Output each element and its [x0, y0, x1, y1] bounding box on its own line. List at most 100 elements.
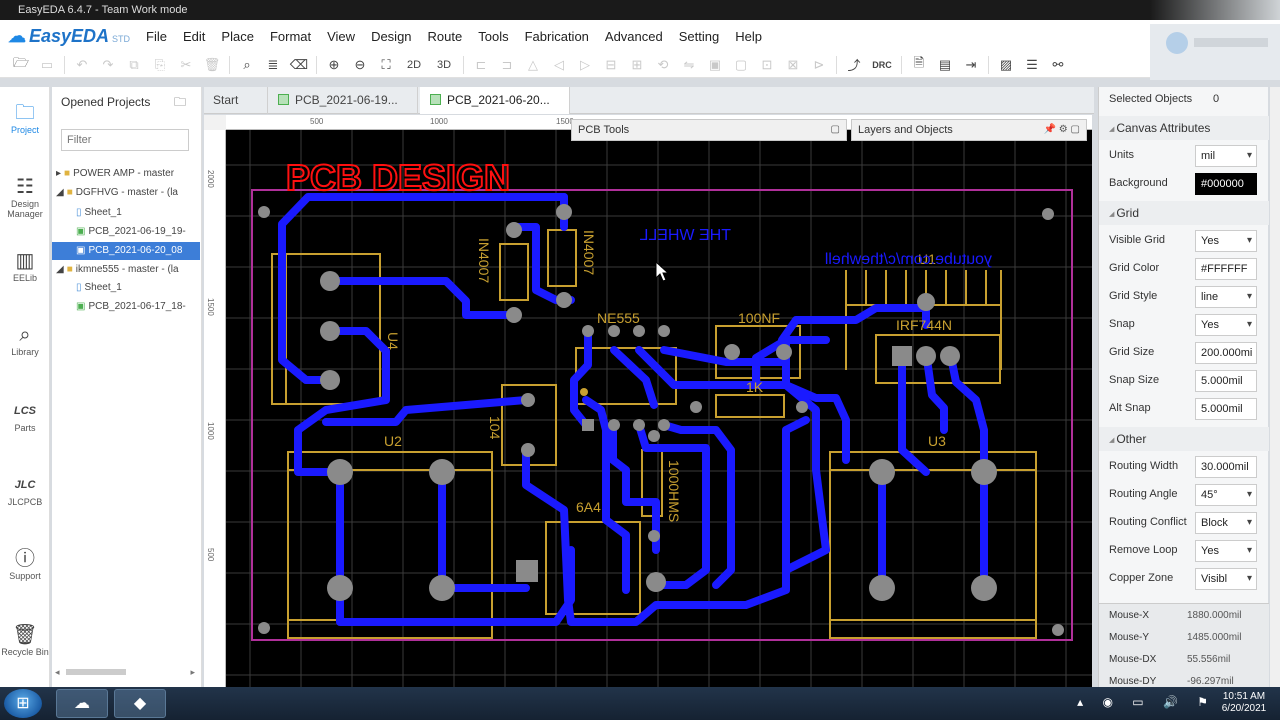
erase-icon[interactable]: ⌫ [286, 54, 312, 76]
align-top-icon[interactable]: △ [520, 54, 546, 76]
layers-icon[interactable]: ☰ [1019, 54, 1045, 76]
pcb-canvas[interactable]: PCB DESIGN NE555 100NF 1K IRF744N U1 U2 … [226, 130, 1092, 687]
distribute-v-icon[interactable]: ⊞ [624, 54, 650, 76]
nav-eelib[interactable]: ▥ EELib [0, 249, 50, 283]
tab-pcb-0619[interactable]: PCB_2021-06-19... [268, 87, 418, 114]
menu-view[interactable]: View [319, 29, 363, 44]
nav-parts[interactable]: LCS Parts [0, 399, 50, 433]
panel-controls-icon[interactable]: 📌 ⚙ ▢ [1044, 120, 1080, 140]
align-bottom-icon[interactable]: ▷ [572, 54, 598, 76]
menu-tools[interactable]: Tools [470, 29, 516, 44]
alt-snap-input[interactable]: 5.000mil [1195, 398, 1257, 420]
nav-project[interactable]: 🗀 Project [0, 101, 50, 135]
rotate-icon[interactable]: ⟲ [650, 54, 676, 76]
delete-icon[interactable]: 🗑 [199, 54, 225, 76]
lock-icon[interactable]: ⊡ [754, 54, 780, 76]
maximize-icon[interactable]: ▢ [831, 120, 840, 140]
menu-format[interactable]: Format [262, 29, 319, 44]
menu-advanced[interactable]: Advanced [597, 29, 671, 44]
view-3d-button[interactable]: 3D [429, 54, 459, 76]
grid-color-input[interactable]: #FFFFFF [1195, 258, 1257, 280]
nav-library[interactable]: ⌕ Library [0, 323, 50, 357]
share-icon[interactable]: ⚯ [1045, 54, 1071, 76]
section-canvas-attributes[interactable]: Canvas Attributes [1099, 116, 1269, 140]
nav-recycle-bin[interactable]: 🗑 Recycle Bin [0, 623, 50, 657]
nav-support[interactable]: ⓘ Support [0, 547, 50, 581]
taskbar-easyeda-icon[interactable]: ☁ [56, 689, 108, 718]
zoom-out-icon[interactable]: ⊖ [347, 54, 373, 76]
menu-edit[interactable]: Edit [175, 29, 213, 44]
units-select[interactable]: mil [1195, 145, 1257, 167]
taskbar-app-icon[interactable]: ◆ [114, 689, 166, 718]
tab-start[interactable]: Start [204, 87, 268, 114]
tree-item[interactable]: ▯ Sheet_1 [52, 204, 200, 222]
visible-grid-select[interactable]: Yes [1195, 230, 1257, 252]
copper-zone-select[interactable]: Visibl [1195, 568, 1257, 590]
zoom-in-icon[interactable]: ⊕ [321, 54, 347, 76]
unlock-icon[interactable]: ⊠ [780, 54, 806, 76]
align-left-icon[interactable]: ⊏ [468, 54, 494, 76]
routing-conflict-select[interactable]: Block [1195, 512, 1257, 534]
image-icon[interactable]: ▨ [993, 54, 1019, 76]
background-color-input[interactable]: #000000 [1195, 173, 1257, 195]
menu-route[interactable]: Route [420, 29, 471, 44]
project-filter-input[interactable] [61, 129, 189, 151]
drc-button[interactable]: DRC [867, 54, 897, 76]
grid-style-select[interactable]: line [1195, 286, 1257, 308]
undo-icon[interactable]: ↶ [69, 54, 95, 76]
section-grid[interactable]: Grid [1099, 201, 1269, 225]
menu-file[interactable]: File [138, 29, 175, 44]
align-center-icon[interactable]: ⊐ [494, 54, 520, 76]
horizontal-scrollbar[interactable]: ◂ ▸ [52, 667, 200, 677]
pcb-drawing[interactable]: PCB DESIGN NE555 100NF 1K IRF744N U1 U2 … [226, 130, 1092, 687]
folder-manage-icon[interactable]: 🗀 [174, 93, 186, 114]
scroll-thumb[interactable] [66, 669, 126, 675]
menu-design[interactable]: Design [363, 29, 419, 44]
routing-width-input[interactable]: 30.000mil [1195, 456, 1257, 478]
tree-item[interactable]: ▣ PCB_2021-06-19_19- [52, 223, 200, 241]
menu-place[interactable]: Place [213, 29, 262, 44]
document-icon[interactable]: 🗎 [906, 54, 932, 76]
scroll-left-icon[interactable]: ◂ [55, 667, 60, 678]
group-icon[interactable]: ▣ [702, 54, 728, 76]
ungroup-icon[interactable]: ▢ [728, 54, 754, 76]
tree-item[interactable]: ▸ ■ POWER AMP - master [52, 165, 200, 183]
snap-select[interactable]: Yes [1195, 314, 1257, 336]
section-other[interactable]: Other [1099, 427, 1269, 451]
paste-icon[interactable]: ⎘ [147, 54, 173, 76]
copy-icon[interactable]: ⧉ [121, 54, 147, 76]
nav-jlcpcb[interactable]: JLC JLCPCB [0, 473, 50, 507]
pcb-tools-panel[interactable]: PCB Tools ▢ [571, 119, 847, 141]
distribute-h-icon[interactable]: ⊟ [598, 54, 624, 76]
tree-item[interactable]: ◢ ■ DGFHVG - master - (la [52, 184, 200, 202]
layers-objects-panel[interactable]: Layers and Objects 📌 ⚙ ▢ [851, 119, 1087, 141]
taskbar-clock[interactable]: 10:51 AM 6/20/2021 [1216, 691, 1272, 715]
cut-icon[interactable]: ✂ [173, 54, 199, 76]
redo-icon[interactable]: ↷ [95, 54, 121, 76]
align-right-icon[interactable]: ◁ [546, 54, 572, 76]
scroll-right-icon[interactable]: ▸ [190, 667, 195, 678]
snap-size-input[interactable]: 5.000mil [1195, 370, 1257, 392]
netlist-icon[interactable]: ≣ [260, 54, 286, 76]
nav-design-manager[interactable]: ☷ Design Manager [0, 175, 50, 219]
windows-start-button[interactable]: ⊞ [4, 689, 42, 718]
search-icon[interactable]: ⌕ [234, 54, 260, 76]
route-icon[interactable]: ⤴ [841, 54, 867, 76]
app-logo[interactable]: ☁ EasyEDA STD [8, 26, 130, 47]
export-icon[interactable]: ⇥ [958, 54, 984, 76]
vertical-scrollbar[interactable] [1270, 87, 1280, 687]
tree-item[interactable]: ▣ PCB_2021-06-17_18- [52, 298, 200, 316]
routing-angle-select[interactable]: 45° [1195, 484, 1257, 506]
menu-setting[interactable]: Setting [671, 29, 727, 44]
system-tray-icons[interactable]: ▴ ◉ ▭ 🔊 ⚑ [1077, 695, 1216, 709]
fit-view-icon[interactable]: ⛶ [373, 54, 399, 76]
grid-size-input[interactable]: 200.000mi [1195, 342, 1257, 364]
menu-help[interactable]: Help [727, 29, 770, 44]
view-2d-button[interactable]: 2D [399, 54, 429, 76]
import-icon[interactable]: ⊳ [806, 54, 832, 76]
open-folder-icon[interactable]: 🗁 [8, 54, 34, 76]
tree-item[interactable]: ◢ ■ ikmne555 - master - (la [52, 261, 200, 279]
flip-icon[interactable]: ⇋ [676, 54, 702, 76]
gerber-icon[interactable]: ▤ [932, 54, 958, 76]
save-icon[interactable]: ▭ [34, 54, 60, 76]
